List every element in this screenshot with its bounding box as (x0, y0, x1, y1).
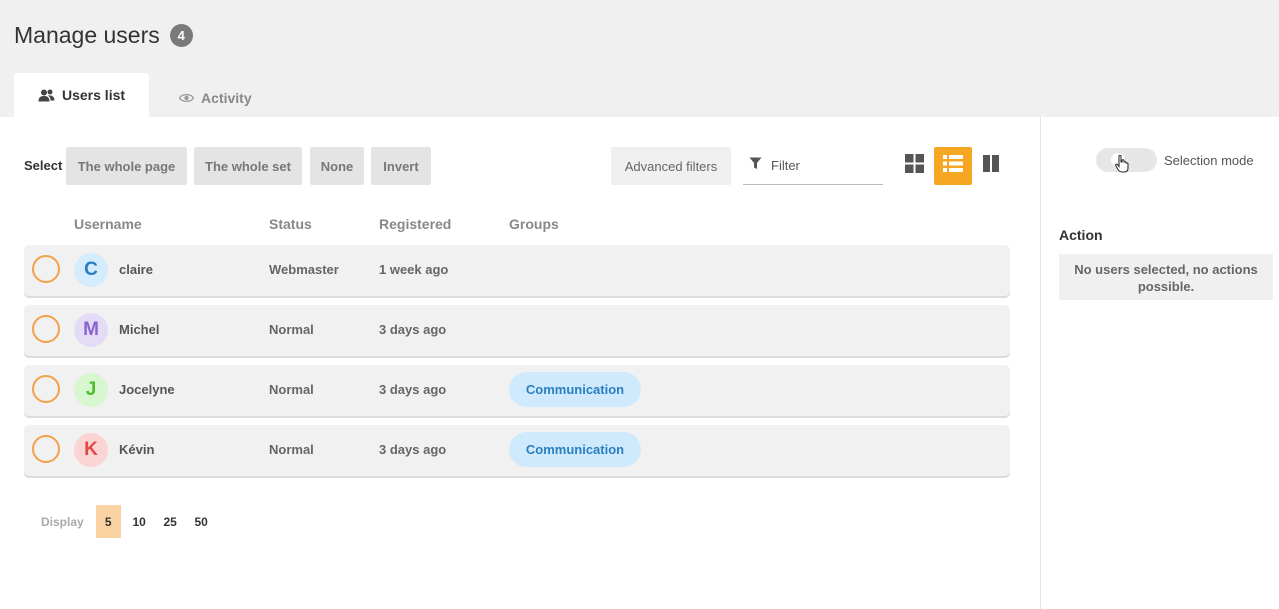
column-registered[interactable]: Registered (379, 216, 451, 232)
column-status[interactable]: Status (269, 216, 312, 232)
table-header: Username Status Registered Groups (24, 216, 1010, 236)
row-select-checkbox[interactable] (32, 255, 60, 283)
select-invert-button[interactable]: Invert (371, 147, 431, 185)
table-row[interactable]: J Jocelyne Normal 3 days ago Communicati… (24, 365, 1010, 416)
row-select-checkbox[interactable] (32, 375, 60, 403)
row-select-checkbox[interactable] (32, 435, 60, 463)
username: Kévin (119, 442, 155, 457)
tab-activity-label: Activity (201, 90, 252, 106)
table-row[interactable]: M Michel Normal 3 days ago (24, 305, 1010, 356)
registered: 3 days ago (379, 382, 447, 397)
page-size-selector: Display 5 10 25 50 (41, 505, 220, 538)
side-panel: Selection mode Action No users selected,… (1040, 117, 1279, 609)
user-count-badge: 4 (169, 23, 193, 47)
grid-view-button[interactable] (895, 147, 933, 185)
selection-mode-control: Selection mode (1096, 148, 1254, 173)
grid-view-icon (904, 154, 924, 178)
users-list-panel: Select The whole page The whole set None… (0, 117, 1040, 609)
advanced-filters-button[interactable]: Advanced filters (611, 147, 731, 185)
toolbar: Select The whole page The whole set None… (24, 147, 1010, 185)
table-row[interactable]: C claire Webmaster 1 week ago (24, 245, 1010, 296)
page-title: Manage users (14, 21, 160, 48)
page-size-50[interactable]: 50 (189, 505, 214, 538)
username: Jocelyne (119, 382, 175, 397)
status: Normal (269, 442, 314, 457)
select-whole-page-button[interactable]: The whole page (66, 147, 187, 185)
status: Webmaster (269, 262, 339, 277)
row-select-checkbox[interactable] (32, 315, 60, 343)
select-whole-set-button[interactable]: The whole set (194, 147, 302, 185)
filter-input[interactable] (771, 158, 876, 173)
tab-users-list[interactable]: Users list (14, 73, 150, 117)
filter-icon (749, 157, 762, 175)
avatar: M (74, 313, 108, 347)
selection-mode-toggle[interactable] (1096, 148, 1157, 173)
status: Normal (269, 322, 314, 337)
filter-field (743, 147, 883, 185)
selection-mode-label: Selection mode (1164, 152, 1254, 168)
action-title: Action (1059, 227, 1103, 243)
display-label: Display (41, 514, 84, 529)
table-row[interactable]: K Kévin Normal 3 days ago Communication (24, 425, 1010, 476)
list-view-icon (943, 155, 963, 177)
username: Michel (119, 322, 160, 337)
select-label: Select (24, 158, 63, 173)
tab-users-list-label: Users list (62, 87, 126, 103)
page-size-10[interactable]: 10 (127, 505, 152, 538)
tab-activity[interactable]: Activity (149, 73, 276, 117)
columns-view-button[interactable] (972, 147, 1010, 185)
group-tag[interactable]: Communication (509, 432, 641, 467)
list-view-button[interactable] (934, 147, 972, 185)
registered: 3 days ago (379, 322, 447, 337)
group-tag[interactable]: Communication (509, 372, 641, 407)
page-size-25[interactable]: 25 (158, 505, 183, 538)
action-message: No users selected, no actions possible. (1059, 254, 1273, 300)
username: claire (119, 262, 153, 277)
users-icon (38, 89, 55, 102)
columns-view-icon (983, 155, 999, 177)
avatar: J (74, 373, 108, 407)
column-groups: Groups (509, 216, 559, 232)
registered: 1 week ago (379, 262, 449, 277)
column-username[interactable]: Username (74, 216, 142, 232)
registered: 3 days ago (379, 442, 447, 457)
page-header: Manage users 4 (14, 20, 193, 50)
status: Normal (269, 382, 314, 397)
avatar: K (74, 433, 108, 467)
select-none-button[interactable]: None (310, 147, 364, 185)
avatar: C (74, 253, 108, 287)
hand-pointer-icon (1115, 154, 1129, 178)
eye-icon (179, 93, 195, 103)
page-size-5[interactable]: 5 (95, 505, 121, 538)
tab-bar: Users list Activity (14, 73, 276, 117)
